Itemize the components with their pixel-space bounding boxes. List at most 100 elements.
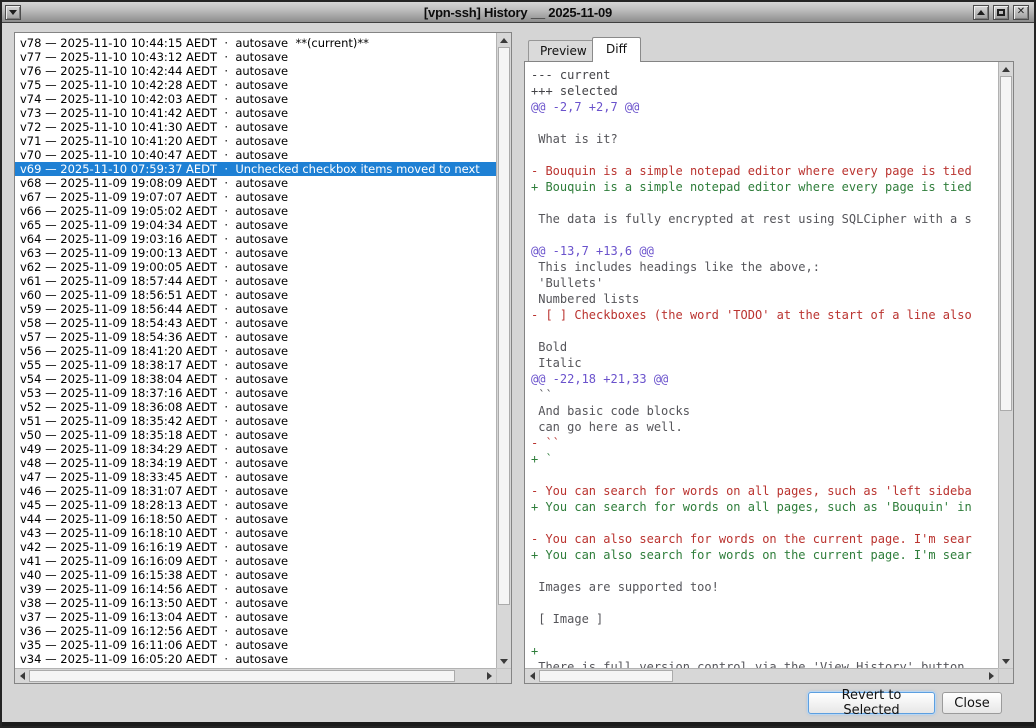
tab-preview[interactable]: Preview (528, 40, 599, 61)
history-row-v59[interactable]: v59 — 2025-11-09 18:56:44 AEDT · autosav… (15, 302, 496, 316)
arrow-left-icon (530, 672, 535, 680)
diff-line-del: - `` (531, 435, 998, 451)
scroll-left-button[interactable] (525, 669, 539, 683)
history-row-v54[interactable]: v54 — 2025-11-09 18:38:04 AEDT · autosav… (15, 372, 496, 386)
diff-line-ctx (531, 323, 998, 339)
history-row-v52[interactable]: v52 — 2025-11-09 18:36:08 AEDT · autosav… (15, 400, 496, 414)
diff-line-meta: --- current (531, 67, 998, 83)
scroll-thumb[interactable] (539, 670, 673, 682)
history-row-v38[interactable]: v38 — 2025-11-09 16:13:50 AEDT · autosav… (15, 596, 496, 610)
history-row-v36[interactable]: v36 — 2025-11-09 16:12:56 AEDT · autosav… (15, 624, 496, 638)
scroll-track[interactable] (539, 670, 984, 682)
history-row-v51[interactable]: v51 — 2025-11-09 18:35:42 AEDT · autosav… (15, 414, 496, 428)
diff-line-ctx (531, 195, 998, 211)
history-row-v40[interactable]: v40 — 2025-11-09 16:15:38 AEDT · autosav… (15, 568, 496, 582)
history-row-v55[interactable]: v55 — 2025-11-09 18:38:17 AEDT · autosav… (15, 358, 496, 372)
history-row-v61[interactable]: v61 — 2025-11-09 18:57:44 AEDT · autosav… (15, 274, 496, 288)
scroll-up-button[interactable] (999, 62, 1013, 76)
diff-line-ctx: What is it? (531, 131, 998, 147)
history-row-v53[interactable]: v53 — 2025-11-09 18:37:16 AEDT · autosav… (15, 386, 496, 400)
arrow-left-icon (20, 672, 25, 680)
diff-line-hunk: @@ -13,7 +13,6 @@ (531, 243, 998, 259)
history-row-v42[interactable]: v42 — 2025-11-09 16:16:19 AEDT · autosav… (15, 540, 496, 554)
history-row-v47[interactable]: v47 — 2025-11-09 18:33:45 AEDT · autosav… (15, 470, 496, 484)
diff-line-del: - You can search for words on all pages,… (531, 483, 998, 499)
history-row-v41[interactable]: v41 — 2025-11-09 16:16:09 AEDT · autosav… (15, 554, 496, 568)
scroll-up-button[interactable] (497, 33, 511, 47)
history-rows[interactable]: v78 — 2025-11-10 10:44:15 AEDT · autosav… (15, 33, 496, 668)
history-row-v35[interactable]: v35 — 2025-11-09 16:11:06 AEDT · autosav… (15, 638, 496, 652)
history-row-v73[interactable]: v73 — 2025-11-10 10:41:42 AEDT · autosav… (15, 106, 496, 120)
history-row-v37[interactable]: v37 — 2025-11-09 16:13:04 AEDT · autosav… (15, 610, 496, 624)
history-row-v75[interactable]: v75 — 2025-11-10 10:42:28 AEDT · autosav… (15, 78, 496, 92)
scrollbar-corner (496, 668, 511, 683)
history-row-v65[interactable]: v65 — 2025-11-09 19:04:34 AEDT · autosav… (15, 218, 496, 232)
arrow-down-icon (1002, 659, 1010, 664)
maximize-button[interactable] (993, 5, 1009, 20)
history-row-v48[interactable]: v48 — 2025-11-09 18:34:19 AEDT · autosav… (15, 456, 496, 470)
history-row-v70[interactable]: v70 — 2025-11-10 10:40:47 AEDT · autosav… (15, 148, 496, 162)
scroll-thumb[interactable] (1000, 76, 1012, 411)
history-row-v71[interactable]: v71 — 2025-11-10 10:41:20 AEDT · autosav… (15, 134, 496, 148)
close-button[interactable]: Close (942, 692, 1002, 714)
history-row-v57[interactable]: v57 — 2025-11-09 18:54:36 AEDT · autosav… (15, 330, 496, 344)
diff-line-ctx (531, 627, 998, 643)
scroll-right-button[interactable] (984, 669, 998, 683)
diff-hscrollbar[interactable] (525, 668, 998, 683)
diff-view: --- current+++ selected@@ -2,7 +2,7 @@ W… (525, 62, 998, 668)
arrow-right-icon (487, 672, 492, 680)
diff-line-ctx (531, 595, 998, 611)
scroll-track[interactable] (498, 47, 510, 654)
history-row-v62[interactable]: v62 — 2025-11-09 19:00:05 AEDT · autosav… (15, 260, 496, 274)
history-row-v58[interactable]: v58 — 2025-11-09 18:54:43 AEDT · autosav… (15, 316, 496, 330)
history-row-v45[interactable]: v45 — 2025-11-09 18:28:13 AEDT · autosav… (15, 498, 496, 512)
scroll-track[interactable] (29, 670, 482, 682)
shade-button[interactable] (973, 5, 989, 20)
history-row-v76[interactable]: v76 — 2025-11-10 10:42:44 AEDT · autosav… (15, 64, 496, 78)
diff-line-ctx: Numbered lists (531, 291, 998, 307)
history-row-v64[interactable]: v64 — 2025-11-09 19:03:16 AEDT · autosav… (15, 232, 496, 246)
scroll-down-button[interactable] (497, 654, 511, 668)
diff-line-ctx: [ Image ] (531, 611, 998, 627)
tab-diff[interactable]: Diff (592, 37, 641, 62)
history-row-v67[interactable]: v67 — 2025-11-09 19:07:07 AEDT · autosav… (15, 190, 496, 204)
titlebar[interactable]: [vpn-ssh] History __ 2025-11-09 ✕ (2, 2, 1034, 23)
diff-line-ctx: Italic (531, 355, 998, 371)
scroll-down-button[interactable] (999, 654, 1013, 668)
diff-vscrollbar[interactable] (998, 62, 1013, 668)
history-row-v69[interactable]: v69 — 2025-11-10 07:59:37 AEDT · Uncheck… (15, 162, 496, 176)
history-row-v34[interactable]: v34 — 2025-11-09 16:05:20 AEDT · autosav… (15, 652, 496, 666)
history-row-v72[interactable]: v72 — 2025-11-10 10:41:30 AEDT · autosav… (15, 120, 496, 134)
diff-line-del: - [ ] Checkboxes (the word 'TODO' at the… (531, 307, 998, 323)
history-vscrollbar[interactable] (496, 33, 511, 668)
history-row-v63[interactable]: v63 — 2025-11-09 19:00:13 AEDT · autosav… (15, 246, 496, 260)
scroll-right-button[interactable] (482, 669, 496, 683)
history-row-v43[interactable]: v43 — 2025-11-09 16:18:10 AEDT · autosav… (15, 526, 496, 540)
diff-line-ctx: And basic code blocks (531, 403, 998, 419)
scroll-thumb[interactable] (498, 47, 510, 605)
history-row-v39[interactable]: v39 — 2025-11-09 16:14:56 AEDT · autosav… (15, 582, 496, 596)
history-hscrollbar[interactable] (15, 668, 496, 683)
arrow-up-icon (1002, 67, 1010, 72)
history-row-v74[interactable]: v74 — 2025-11-10 10:42:03 AEDT · autosav… (15, 92, 496, 106)
history-row-v66[interactable]: v66 — 2025-11-09 19:05:02 AEDT · autosav… (15, 204, 496, 218)
revert-to-selected-button[interactable]: Revert to Selected (808, 692, 935, 714)
arrow-up-icon (500, 38, 508, 43)
scroll-left-button[interactable] (15, 669, 29, 683)
history-row-v49[interactable]: v49 — 2025-11-09 18:34:29 AEDT · autosav… (15, 442, 496, 456)
close-window-button[interactable]: ✕ (1013, 5, 1029, 20)
history-row-v44[interactable]: v44 — 2025-11-09 16:18:50 AEDT · autosav… (15, 512, 496, 526)
history-row-v78[interactable]: v78 — 2025-11-10 10:44:15 AEDT · autosav… (15, 36, 496, 50)
history-list-panel: v78 — 2025-11-10 10:44:15 AEDT · autosav… (14, 32, 512, 684)
scroll-thumb[interactable] (29, 670, 455, 682)
history-row-v56[interactable]: v56 — 2025-11-09 18:41:20 AEDT · autosav… (15, 344, 496, 358)
scroll-track[interactable] (1000, 76, 1012, 654)
diff-line-del: - You can also search for words on the c… (531, 531, 998, 547)
diff-line-add: + You can also search for words on the c… (531, 547, 998, 563)
history-row-v46[interactable]: v46 — 2025-11-09 18:31:07 AEDT · autosav… (15, 484, 496, 498)
history-row-v68[interactable]: v68 — 2025-11-09 19:08:09 AEDT · autosav… (15, 176, 496, 190)
shade-icon (977, 10, 985, 15)
history-row-v77[interactable]: v77 — 2025-11-10 10:43:12 AEDT · autosav… (15, 50, 496, 64)
history-row-v50[interactable]: v50 — 2025-11-09 18:35:18 AEDT · autosav… (15, 428, 496, 442)
history-row-v60[interactable]: v60 — 2025-11-09 18:56:51 AEDT · autosav… (15, 288, 496, 302)
